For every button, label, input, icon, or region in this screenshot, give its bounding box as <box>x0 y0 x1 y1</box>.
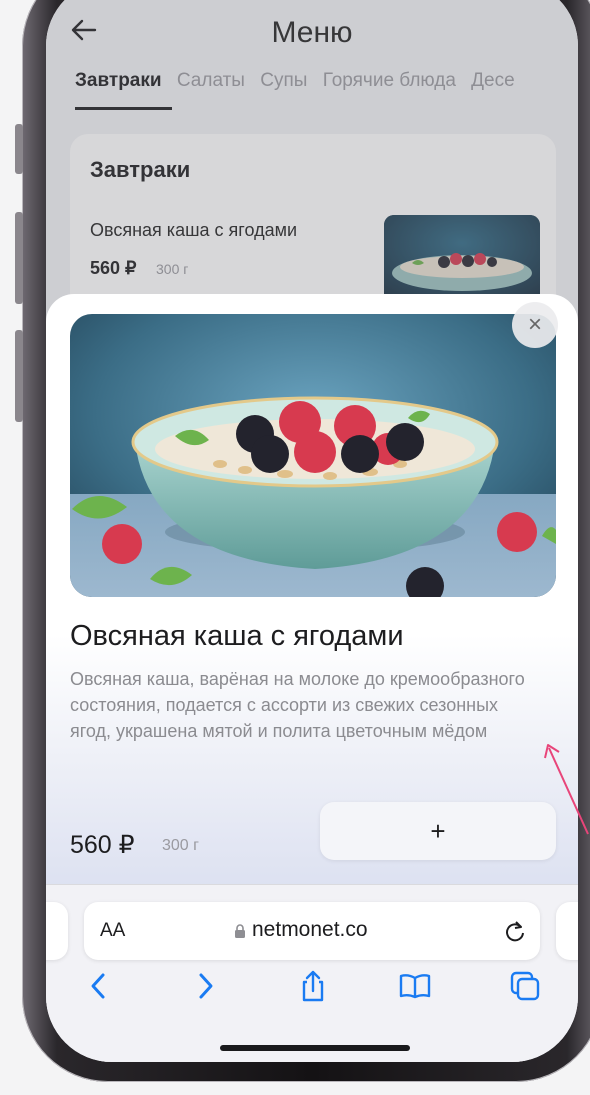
close-icon: × <box>527 311 542 338</box>
lock-icon <box>235 924 245 938</box>
address-bar[interactable]: AA netmonet.co <box>84 902 540 960</box>
close-button[interactable]: × <box>512 302 558 348</box>
tabs-icon[interactable] <box>508 969 542 1003</box>
next-tab-preview[interactable] <box>556 902 578 960</box>
dish-weight: 300 г <box>162 837 199 854</box>
chevron-right-icon[interactable] <box>188 969 222 1003</box>
silent-switch <box>15 124 23 174</box>
volume-up-button <box>15 212 23 304</box>
dish-detail-sheet: × Овсяная каша с ягодами Овсяная каша, в… <box>46 294 578 914</box>
dish-description: Овсяная каша, варёная на молоке до кремо… <box>70 669 525 741</box>
dish-photo <box>70 314 556 597</box>
dish-title: Овсяная каша с ягодами <box>70 620 404 652</box>
annotation-arrow-icon <box>544 744 589 835</box>
previous-tab-preview[interactable] <box>46 902 68 960</box>
reader-mode-button[interactable]: AA <box>100 920 125 942</box>
reload-icon[interactable] <box>502 918 528 944</box>
url-text[interactable]: netmonet.co <box>252 918 368 942</box>
phone-screen: Меню Завтраки Салаты Супы Горячие блюда … <box>46 0 578 1062</box>
browser-toolbar: AA netmonet.co <box>46 884 578 1062</box>
bookmarks-icon[interactable] <box>398 969 432 1003</box>
chevron-left-icon[interactable] <box>82 969 116 1003</box>
add-to-order-button[interactable]: + <box>320 802 556 860</box>
share-icon[interactable] <box>296 969 330 1003</box>
volume-down-button <box>15 330 23 422</box>
home-indicator <box>220 1045 410 1051</box>
dish-price: 560 ₽ <box>70 831 135 859</box>
